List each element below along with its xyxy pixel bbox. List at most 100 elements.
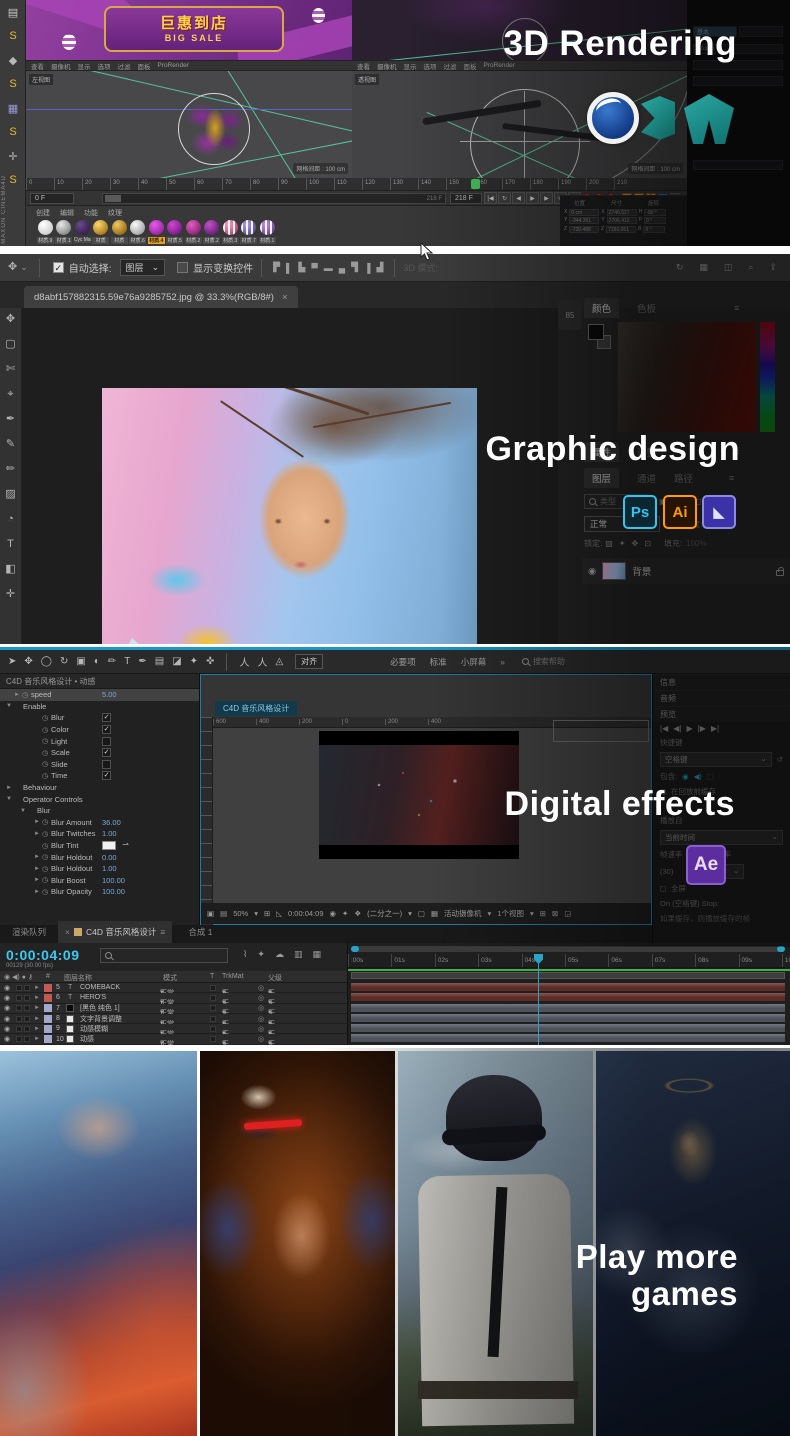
comp-bar-item[interactable]: ▾ bbox=[254, 909, 258, 918]
timeline-layer-row[interactable]: ◉ ► 10 动感 正常 ▾ 无 ▾ ◎ 无 ▾ bbox=[0, 1034, 347, 1044]
stopwatch-icon[interactable]: ◷ bbox=[42, 818, 51, 826]
show-transform-checkbox[interactable] bbox=[177, 262, 188, 273]
coord-value[interactable]: 2740.527 cm bbox=[607, 209, 637, 216]
material-menu-item[interactable]: 创建 bbox=[36, 208, 50, 218]
menu-item[interactable]: 面板 bbox=[138, 61, 151, 71]
game-panel-battlefield[interactable] bbox=[0, 1051, 197, 1436]
effect-property-row[interactable]: ▼ Operator Controls bbox=[0, 793, 199, 805]
ae-tool-icon[interactable]: ↻ bbox=[60, 656, 68, 667]
coord-value[interactable]: -730.488 cm bbox=[569, 226, 599, 233]
background-layer-row[interactable]: ◉ 背景 bbox=[582, 558, 790, 584]
comp-bar-item[interactable]: ▢ bbox=[418, 909, 425, 918]
c4d-tool-icon[interactable]: ✛ bbox=[0, 144, 26, 168]
pickwhip-icon[interactable]: ◎ bbox=[258, 1015, 264, 1023]
adobe-app-icon[interactable]: Ai bbox=[663, 495, 697, 529]
align-button[interactable]: 对齐 bbox=[295, 654, 323, 669]
ps-tool-icon[interactable]: ▨ bbox=[5, 489, 15, 500]
twirl-arrow-icon[interactable]: ► bbox=[34, 866, 42, 872]
material-swatch[interactable]: 材质.2 bbox=[184, 220, 203, 244]
tab-comp-timeline[interactable]: × C4D 音乐风格设计 ≡ bbox=[58, 921, 172, 943]
timecode-display[interactable]: 0:00:04:09 bbox=[6, 947, 80, 963]
material-swatch[interactable]: 材质 bbox=[110, 220, 129, 244]
overlays-icon[interactable]: ⬚ bbox=[707, 772, 714, 781]
visibility-eye-icon[interactable]: ◉ bbox=[4, 1035, 10, 1043]
tab-color[interactable]: 颜色 bbox=[584, 298, 619, 318]
menu-item[interactable]: 摄像机 bbox=[377, 61, 397, 71]
coord-value[interactable]: 7180.051 cm bbox=[606, 226, 636, 233]
ps-tool-icon[interactable]: ✄ bbox=[6, 364, 15, 375]
coord-value[interactable]: 0 ° bbox=[644, 217, 666, 224]
preview-transport-icon[interactable]: |◀ bbox=[660, 724, 668, 733]
auto-select-target-dropdown[interactable]: 图层⌄ bbox=[120, 259, 166, 276]
lock-box[interactable] bbox=[24, 985, 30, 991]
coord-value[interactable]: 2706.412 cm bbox=[607, 217, 637, 224]
coord-value[interactable]: -90 ° bbox=[644, 209, 666, 216]
effect-property-row[interactable]: ◷ Scale ✓ bbox=[0, 747, 199, 759]
timeline-option-icon[interactable]: ▥ bbox=[294, 949, 303, 960]
property-value[interactable]: 5.00 bbox=[102, 690, 117, 699]
menu-item[interactable]: 选项 bbox=[98, 61, 111, 71]
c4d-viewport-render[interactable]: 巨惠到店 BIG SALE bbox=[26, 0, 352, 60]
twirl-arrow-icon[interactable]: ► bbox=[34, 1026, 40, 1032]
ae-tool-icon[interactable]: ◐ bbox=[94, 656, 100, 667]
comp-bar-item[interactable]: ◺ bbox=[276, 909, 282, 918]
layer-color-chip[interactable] bbox=[44, 1015, 52, 1023]
pickwhip-icon[interactable]: ◎ bbox=[258, 984, 264, 992]
pickwhip-icon[interactable]: ◎ bbox=[258, 994, 264, 1002]
options-right-icon[interactable]: ⇪ bbox=[769, 262, 777, 273]
c4d-tool-icon[interactable]: ▤ bbox=[0, 0, 26, 24]
tab-paths[interactable]: 路径 bbox=[674, 471, 693, 485]
comp-bar-item[interactable]: (二分之一) bbox=[367, 908, 402, 919]
ps-canvas[interactable] bbox=[22, 308, 558, 644]
tab-layers[interactable]: 图层 bbox=[584, 468, 619, 488]
layer-color-chip[interactable] bbox=[44, 994, 52, 1002]
c4d-tool-icon[interactable]: S bbox=[0, 72, 26, 96]
help-search[interactable]: 搜索帮助 bbox=[522, 656, 565, 667]
solo-box[interactable] bbox=[16, 1005, 22, 1011]
menu-item[interactable]: 过滤 bbox=[444, 61, 457, 71]
menu-item[interactable]: 过滤 bbox=[118, 61, 131, 71]
material-swatch[interactable]: 材质 bbox=[92, 220, 111, 244]
transport-button[interactable]: ▶ bbox=[526, 192, 539, 204]
layer-color-chip[interactable] bbox=[44, 1004, 52, 1012]
property-value[interactable]: 1.00 bbox=[102, 829, 117, 838]
trkmat-toggle[interactable] bbox=[210, 1036, 216, 1042]
align-icon[interactable]: ▙ bbox=[298, 262, 305, 273]
c4d-tool-icon[interactable]: S bbox=[0, 120, 26, 144]
workspace-tab[interactable]: 小屏幕 bbox=[461, 656, 487, 668]
trkmat-toggle[interactable] bbox=[210, 995, 216, 1001]
preview-panel-header[interactable]: 预览 bbox=[653, 706, 790, 722]
twirl-arrow-icon[interactable]: ▼ bbox=[6, 703, 14, 709]
game-panel-soldier76[interactable] bbox=[200, 1051, 395, 1436]
property-checkbox[interactable]: ✓ bbox=[102, 771, 111, 780]
ps-tool-icon[interactable]: ⌖ bbox=[7, 389, 13, 400]
stopwatch-icon[interactable]: ◷ bbox=[42, 714, 51, 722]
effect-property-row[interactable]: ▼ Blur bbox=[0, 805, 199, 817]
comp-bar-item[interactable]: 活动摄像机 bbox=[444, 908, 482, 919]
workspace-tab[interactable]: » bbox=[500, 657, 505, 667]
material-swatch[interactable]: 材质.4 bbox=[147, 220, 166, 244]
collapsed-panel-icon[interactable]: 85 bbox=[558, 300, 582, 330]
twirl-arrow-icon[interactable]: ► bbox=[34, 995, 40, 1001]
timeline-layer-bar[interactable] bbox=[351, 1034, 785, 1042]
transport-button[interactable]: ◀ bbox=[512, 192, 525, 204]
coord-value[interactable]: 0 ° bbox=[643, 226, 665, 233]
effect-property-row[interactable]: ► ◷ Blur Holdout 1.00 bbox=[0, 863, 199, 875]
effect-property-row[interactable]: ► ◷ Blur Boost 100.00 bbox=[0, 875, 199, 887]
menu-item[interactable]: 摄像机 bbox=[51, 61, 71, 71]
effect-property-row[interactable]: ◷ Blur ✓ bbox=[0, 712, 199, 724]
layer-name[interactable]: [黑色 纯色 1] bbox=[80, 1003, 120, 1013]
eye-icon[interactable]: ◉ bbox=[682, 772, 689, 781]
layer-name[interactable]: 动感模糊 bbox=[80, 1024, 108, 1034]
coord-value[interactable]: -344.361 cm bbox=[569, 217, 599, 224]
twirl-arrow-icon[interactable]: ► bbox=[34, 889, 42, 895]
visibility-eye-icon[interactable]: ◉ bbox=[4, 994, 10, 1002]
effect-property-row[interactable]: ◷ Light bbox=[0, 735, 199, 747]
stopwatch-icon[interactable]: ◷ bbox=[42, 726, 51, 734]
pickwhip-icon[interactable]: ◎ bbox=[258, 1035, 264, 1043]
c4d-timeline-ruler[interactable]: 0 10 20 30 40 50 60 70 80 90 100 110 120… bbox=[26, 178, 687, 191]
timeline-layer-row[interactable]: ◉ ► 7 [黑色 纯色 1] 正常 ▾ 无 ▾ ◎ 无 ▾ bbox=[0, 1004, 347, 1014]
work-area-bar[interactable] bbox=[351, 972, 785, 979]
align-icon[interactable]: ▬ bbox=[324, 263, 333, 273]
timeline-option-icon[interactable]: ☁ bbox=[275, 949, 284, 960]
